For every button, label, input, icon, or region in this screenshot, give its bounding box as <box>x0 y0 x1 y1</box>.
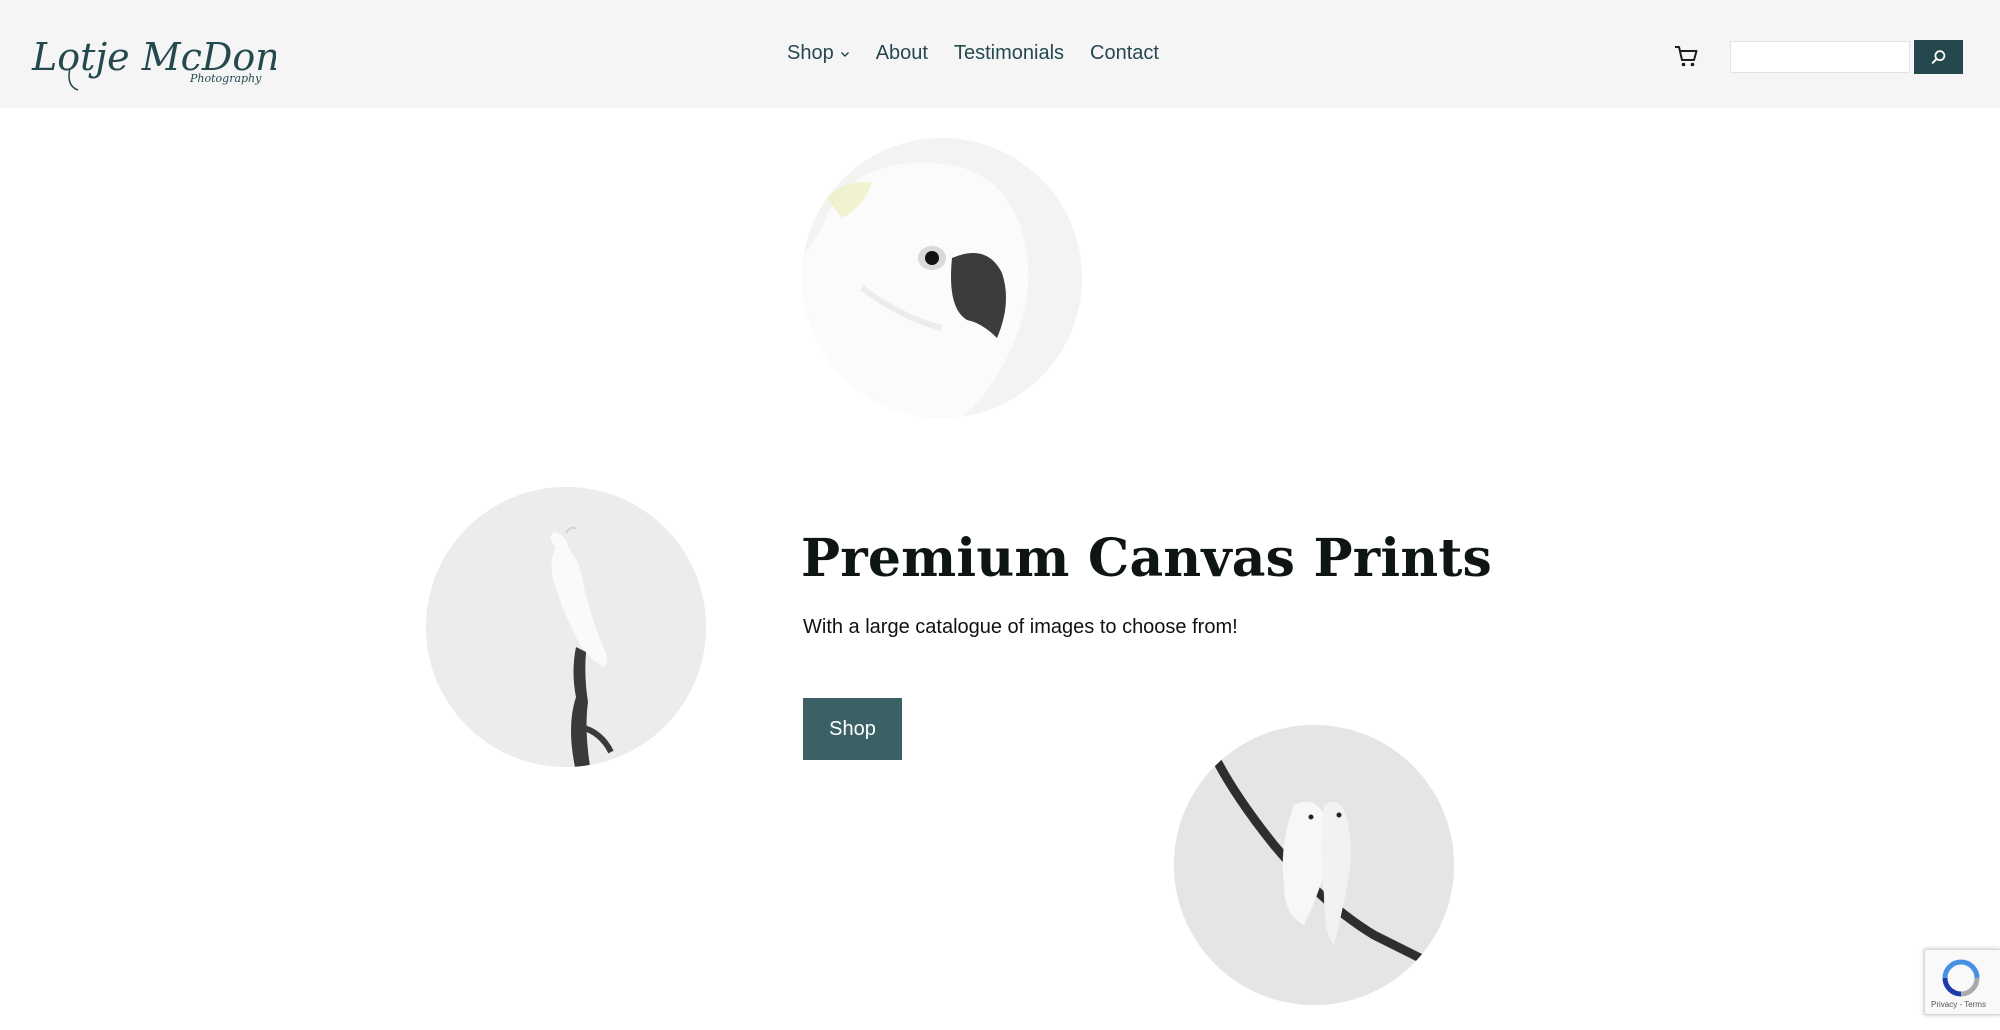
cockatoo-on-branch-image <box>426 487 706 767</box>
brand-logo[interactable]: Lotje McDonald Photography <box>30 28 339 92</box>
nav-item-label: Shop <box>787 42 834 64</box>
nav-item-label: Testimonials <box>953 42 1065 64</box>
cockatoo-head-image <box>802 138 1082 418</box>
logo-subtext: Photography <box>189 72 262 85</box>
recaptcha-icon <box>1942 959 1980 997</box>
search-input[interactable] <box>1730 41 1910 73</box>
main-nav: Shop About Testimonials Contact <box>787 42 1185 65</box>
site-header: Lotje McDonald Photography Shop About Te… <box>0 0 2000 108</box>
nav-item-label: About <box>875 42 928 64</box>
shopping-cart-icon[interactable] <box>1673 43 1699 69</box>
search-icon <box>1931 50 1945 64</box>
nav-item-shop[interactable]: Shop <box>787 42 850 65</box>
recaptcha-badge[interactable]: Privacy - Terms <box>1924 949 2000 1015</box>
nav-item-testimonials[interactable]: Testimonials <box>954 42 1064 65</box>
hero-subtitle: With a large catalogue of images to choo… <box>803 616 1238 638</box>
search-button[interactable] <box>1914 40 1963 74</box>
recaptcha-links[interactable]: Privacy - Terms <box>1931 1000 1986 1009</box>
chevron-down-icon <box>840 51 849 57</box>
two-cockatoos-image <box>1174 725 1454 1005</box>
nav-item-contact[interactable]: Contact <box>1090 42 1159 65</box>
nav-item-label: Contact <box>1090 42 1159 64</box>
brand-logo-mark: Lotje McDonald Photography <box>31 35 339 91</box>
nav-item-about[interactable]: About <box>876 42 928 65</box>
hero-title: Premium Canvas Prints <box>801 528 1493 589</box>
shop-button[interactable]: Shop <box>803 698 902 760</box>
